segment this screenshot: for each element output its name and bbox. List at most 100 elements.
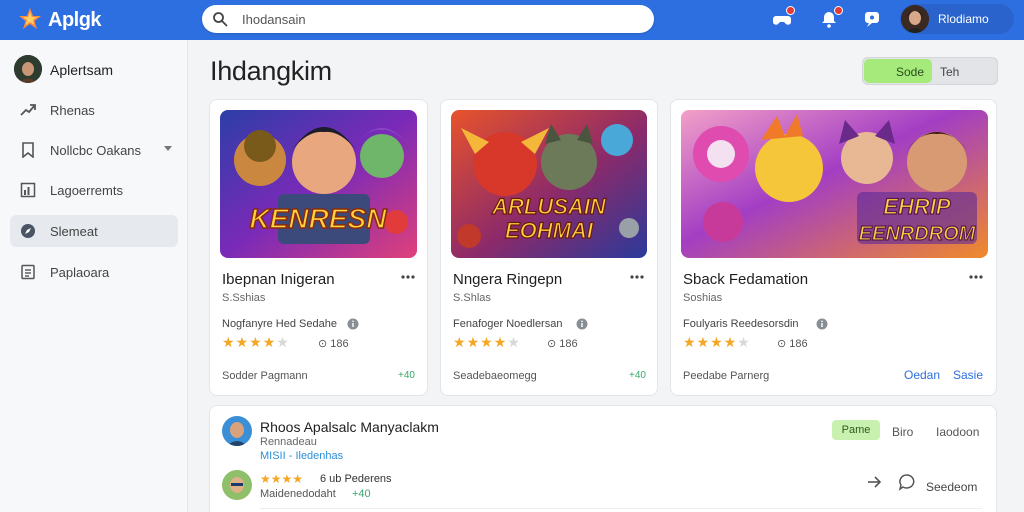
more-options-icon[interactable]	[400, 270, 416, 284]
card-footer: Sodder Pagmann	[222, 370, 308, 382]
card-footer-value: +40	[629, 370, 646, 381]
star-icon: ★	[737, 334, 750, 350]
view-toggle[interactable]: Sode Teh	[862, 57, 998, 85]
rating-count: ⊙ 186	[547, 338, 578, 350]
developer-name[interactable]: Fenafoger Noedlersan	[453, 318, 562, 330]
rating-count: ⊙ 186	[777, 338, 808, 350]
panel-title[interactable]: Rhoos Apalsalc Manyaclakm	[260, 419, 439, 435]
notification-dot	[786, 6, 795, 15]
panel-button[interactable]: Biro	[892, 425, 913, 439]
star-icon: ★	[292, 472, 304, 486]
app-name[interactable]: Aplgk	[48, 9, 102, 32]
star-icon: ★	[683, 334, 696, 350]
document-icon	[21, 264, 35, 280]
card-footer: Peedabe Parnerg	[683, 370, 770, 382]
sidebar-item-explore[interactable]: Slemeat	[10, 215, 178, 247]
panel-subtitle: Rennadeau	[260, 436, 317, 448]
card-subtitle: Soshias	[683, 292, 723, 304]
arrow-right-icon[interactable]	[866, 474, 882, 490]
game-banner-text: EENRDROM	[859, 223, 977, 245]
card-title[interactable]: Ibepnan Inigeran	[222, 271, 335, 288]
star-icon: ★	[507, 334, 520, 350]
sidebar-item-trending[interactable]: Rhenas	[10, 94, 178, 126]
sidebar-item-label: Nollcbc Oakans	[50, 143, 142, 158]
star-icon: ★	[222, 334, 235, 350]
avatar[interactable]	[222, 470, 252, 500]
game-banner-text: ARLUSAIN	[491, 194, 607, 219]
sidebar-item-label: Slemeat	[50, 224, 98, 239]
game-thumbnail[interactable]: EHRIP EENRDROM	[681, 110, 988, 258]
search-icon	[213, 12, 228, 27]
card-link[interactable]: Sasie	[953, 368, 983, 382]
card-link[interactable]: Oedan	[904, 368, 940, 382]
panel-link[interactable]: MISII - Iledenhas	[260, 450, 343, 462]
search-input[interactable]: Ihodansain	[242, 12, 306, 27]
developer-name[interactable]: Nogfanyre Hed Sedahe	[222, 318, 337, 330]
comment-button[interactable]: Seedeom	[926, 480, 977, 494]
info-icon[interactable]	[347, 318, 359, 330]
card-title[interactable]: Sback Fedamation	[683, 271, 808, 288]
sidebar: Aplertsam Rhenas Nollcbc Oakans Lagoerre…	[0, 40, 188, 512]
chart-icon	[20, 182, 36, 198]
star-rating: ★★★★★	[453, 334, 521, 350]
card-footer: Seadebaeomegg	[453, 370, 537, 382]
avatar	[901, 5, 929, 33]
star-icon: ★	[235, 334, 249, 350]
toggle-option-active[interactable]: Sode	[864, 59, 932, 83]
game-thumbnail[interactable]: KENRESN	[220, 110, 417, 258]
star-icon: ★	[276, 334, 289, 350]
card-title[interactable]: Nngera Ringepn	[453, 271, 562, 288]
star-icon: ★	[710, 334, 723, 350]
info-icon[interactable]	[576, 318, 588, 330]
star-rating: ★★★★★	[683, 334, 751, 350]
chat-icon[interactable]	[862, 9, 882, 29]
chevron-down-icon[interactable]	[164, 146, 172, 152]
card-subtitle: S.Sshias	[222, 292, 266, 304]
activity-panel: Rhoos Apalsalc Manyaclakm Rennadeau MISI…	[209, 405, 997, 512]
profile-name: Aplertsam	[50, 62, 114, 78]
sidebar-item-label: Lagoerremts	[50, 183, 123, 198]
notification-dot	[834, 6, 843, 15]
card-subtitle: S.Shlas	[453, 292, 491, 304]
star-rating: ★★★★★	[222, 334, 290, 350]
game-card[interactable]: ARLUSAIN EOHMAI Nngera Ringepn S.Shlas F…	[440, 99, 658, 396]
game-card[interactable]: KENRESN Ibepnan Inigeran S.Sshias Nogfan…	[209, 99, 428, 396]
search-bar[interactable]: Ihodansain	[202, 5, 654, 33]
toggle-option[interactable]: Teh	[932, 59, 996, 83]
status-badge: Pame	[832, 420, 880, 440]
star-icon: ★	[466, 334, 480, 350]
app-logo-icon[interactable]	[18, 7, 42, 31]
page-title: Ihdangkim	[210, 56, 332, 86]
top-bar: Aplgk Ihodansain Rlodiamo	[0, 0, 1024, 40]
comment-icon[interactable]	[898, 473, 916, 491]
info-icon[interactable]	[816, 318, 828, 330]
divider	[260, 508, 982, 509]
game-thumbnail[interactable]: ARLUSAIN EOHMAI	[451, 110, 647, 258]
review-meta-value: +40	[352, 488, 371, 500]
game-banner-text: KENRESN	[250, 203, 388, 234]
more-options-icon[interactable]	[629, 270, 645, 284]
star-icon: ★	[723, 334, 737, 350]
sidebar-item-documents[interactable]: Paplaoara	[10, 256, 178, 288]
star-icon: ★	[696, 334, 710, 350]
game-banner-text: EHRIP	[883, 194, 951, 219]
sidebar-item-reports[interactable]: Lagoerremts	[10, 174, 178, 206]
star-icon: ★	[262, 334, 276, 350]
star-icon: ★	[249, 334, 262, 350]
user-name: Rlodiamo	[938, 12, 989, 26]
bookmark-icon	[22, 142, 34, 158]
developer-name[interactable]: Foulyaris Reedesorsdin	[683, 318, 799, 330]
star-icon: ★	[270, 472, 282, 486]
avatar	[14, 55, 42, 83]
star-icon: ★	[493, 334, 507, 350]
rating-count: ⊙ 186	[318, 338, 349, 350]
sidebar-item-collections[interactable]: Nollcbc Oakans	[10, 134, 178, 166]
explore-icon	[21, 224, 35, 238]
game-card[interactable]: EHRIP EENRDROM Sback Fedamation Soshias …	[670, 99, 997, 396]
user-menu[interactable]: Rlodiamo	[900, 4, 1014, 34]
more-options-icon[interactable]	[968, 270, 984, 284]
star-icon: ★	[260, 472, 271, 486]
panel-button[interactable]: Iaodoon	[936, 425, 979, 439]
avatar[interactable]	[222, 416, 252, 446]
reviewer-name[interactable]: 6 ub Pederens	[320, 473, 392, 485]
